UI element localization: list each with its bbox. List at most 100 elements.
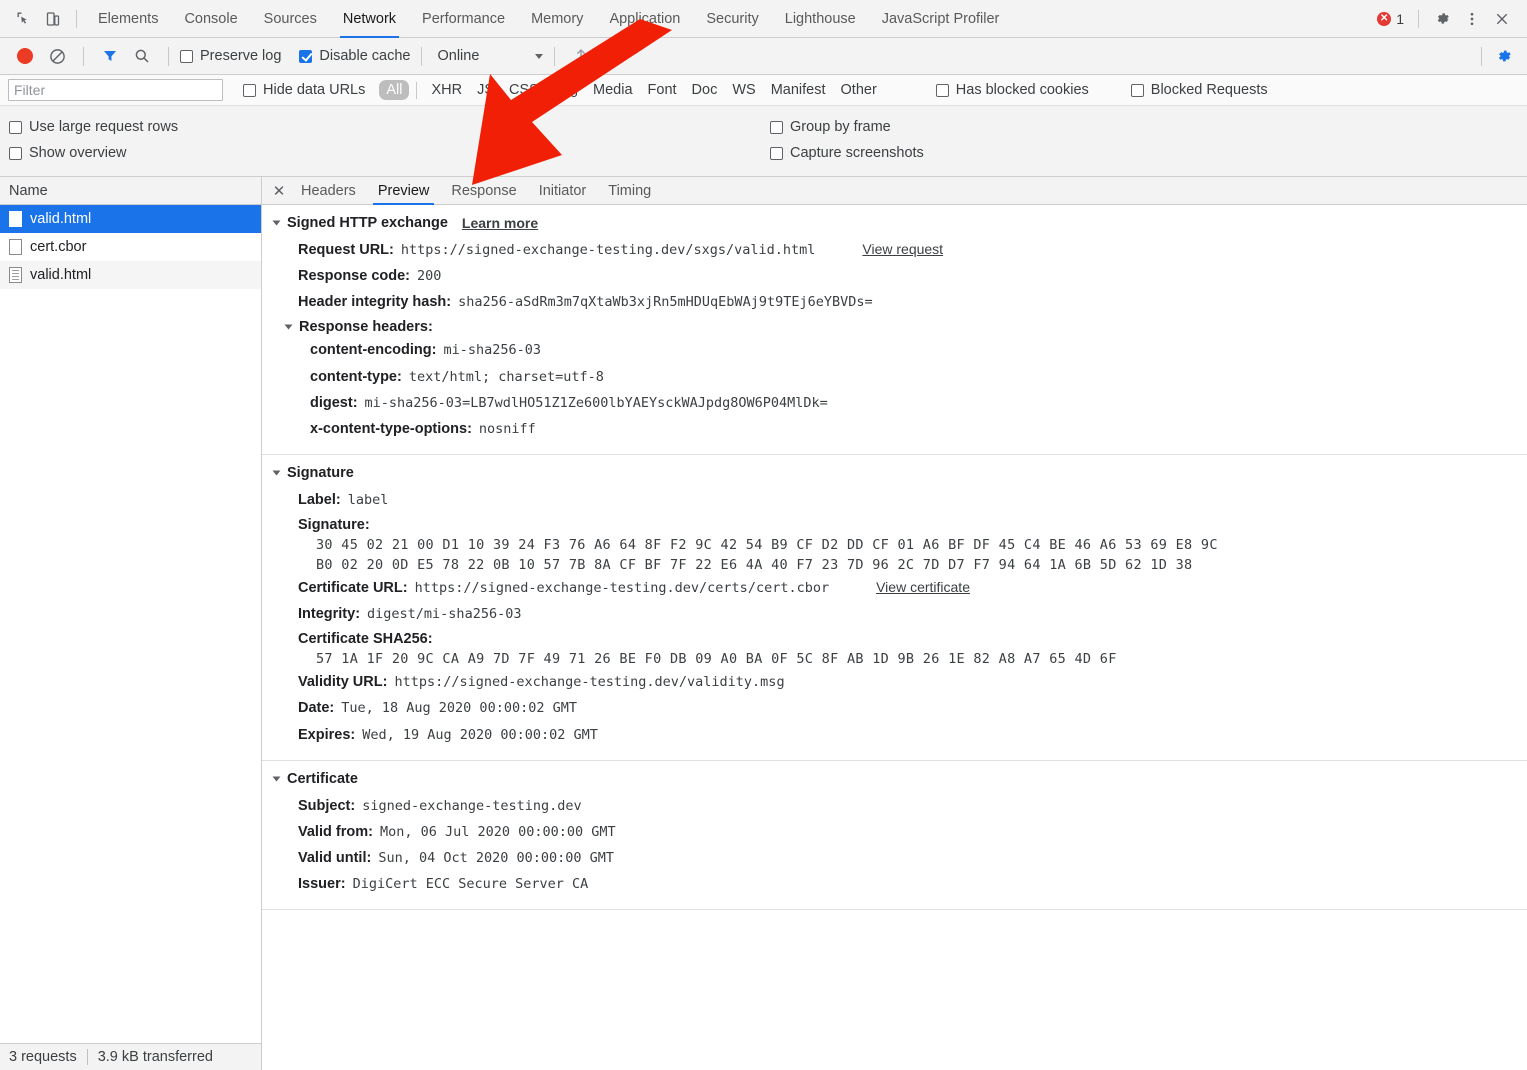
field-value: https://signed-exchange-testing.dev/cert… <box>415 580 830 597</box>
network-settings-gear-icon[interactable] <box>1491 43 1517 69</box>
has-blocked-cookies-checkbox[interactable]: Has blocked cookies <box>936 82 1089 98</box>
tab-initiator[interactable]: Initiator <box>528 177 598 205</box>
filter-type-manifest[interactable]: Manifest <box>764 80 833 100</box>
tab-label: Application <box>609 11 680 27</box>
settings-col-left: Show overview <box>0 145 770 161</box>
hide-data-urls-checkbox[interactable]: Hide data URLs <box>243 82 365 98</box>
requests-sidebar: Name valid.html cert.cbor valid.html 3 r… <box>0 177 262 1070</box>
inspect-element-icon[interactable] <box>8 4 38 34</box>
tab-performance[interactable]: Performance <box>409 0 518 38</box>
tab-timing[interactable]: Timing <box>597 177 662 205</box>
close-detail-icon[interactable]: ✕ <box>268 178 290 204</box>
tab-headers[interactable]: Headers <box>290 177 367 205</box>
tab-javascript-profiler[interactable]: JavaScript Profiler <box>869 0 1013 38</box>
blocked-requests-checkbox[interactable]: Blocked Requests <box>1131 82 1268 98</box>
filter-type-doc[interactable]: Doc <box>685 80 725 100</box>
section-title-row[interactable]: Signature <box>274 463 1527 487</box>
filter-type-other[interactable]: Other <box>834 80 884 100</box>
chevron-down-icon[interactable] <box>273 776 281 781</box>
record-button[interactable] <box>10 41 40 71</box>
field-value: label <box>348 492 389 509</box>
tab-label: Memory <box>531 11 583 27</box>
filter-type-media[interactable]: Media <box>586 80 640 100</box>
resource-type-filters: All XHR JS CSS Img Media Font Doc WS Man… <box>379 80 883 100</box>
filter-type-xhr[interactable]: XHR <box>424 80 469 100</box>
header-name: x-content-type-options: <box>310 420 472 438</box>
more-vertical-icon[interactable] <box>1457 4 1487 34</box>
header-name: content-encoding: <box>310 341 436 359</box>
export-har-icon[interactable] <box>598 41 628 71</box>
tab-security[interactable]: Security <box>693 0 771 38</box>
filter-input[interactable] <box>8 79 223 101</box>
disable-cache-checkbox[interactable]: Disable cache <box>299 48 410 64</box>
field-value: Mon, 06 Jul 2020 00:00:00 GMT <box>380 824 616 841</box>
preserve-log-checkbox[interactable]: Preserve log <box>180 48 281 64</box>
filter-type-css[interactable]: CSS <box>502 80 546 100</box>
gear-icon[interactable] <box>1427 4 1457 34</box>
clear-log-button[interactable] <box>42 41 72 71</box>
close-icon[interactable] <box>1487 4 1517 34</box>
response-headers-title-row[interactable]: Response headers: <box>274 315 1527 337</box>
list-item[interactable]: cert.cbor <box>0 233 261 261</box>
filter-type-js[interactable]: JS <box>470 80 501 100</box>
field-value: digest/mi-sha256-03 <box>367 606 521 623</box>
use-large-request-rows-checkbox[interactable]: Use large request rows <box>9 119 770 135</box>
tab-application[interactable]: Application <box>596 0 693 38</box>
filter-icon[interactable] <box>95 41 125 71</box>
checkbox-box <box>299 50 312 63</box>
section-title-row[interactable]: Signed HTTP exchange Learn more <box>274 213 1527 237</box>
list-item[interactable]: valid.html <box>0 261 261 289</box>
section-title: Signature <box>287 465 354 481</box>
error-count-badge[interactable]: ✕ 1 <box>1377 11 1404 27</box>
issuer-row: Issuer: DigiCert ECC Secure Server CA <box>274 871 1527 897</box>
field-label: Request URL: <box>298 241 394 259</box>
filter-type-ws[interactable]: WS <box>725 80 762 100</box>
view-request-link[interactable]: View request <box>862 241 943 259</box>
search-icon[interactable] <box>127 41 157 71</box>
chevron-down-icon[interactable] <box>285 325 293 330</box>
learn-more-link[interactable]: Learn more <box>462 215 538 231</box>
field-value: DigiCert ECC Secure Server CA <box>353 876 589 893</box>
device-toolbar-icon[interactable] <box>38 4 68 34</box>
filter-type-all[interactable]: All <box>379 80 409 100</box>
tab-label: Response <box>451 183 516 199</box>
filter-type-font[interactable]: Font <box>641 80 684 100</box>
field-value: sha256-aSdRm3m7qXtaWb3xjRn5mHDUqEbWAj9t9… <box>458 294 873 311</box>
tab-lighthouse[interactable]: Lighthouse <box>772 0 869 38</box>
view-certificate-link[interactable]: View certificate <box>876 579 970 597</box>
tab-label: JavaScript Profiler <box>882 11 1000 27</box>
import-har-icon[interactable] <box>566 41 596 71</box>
tab-console[interactable]: Console <box>171 0 250 38</box>
tab-memory[interactable]: Memory <box>518 0 596 38</box>
capture-screenshots-checkbox[interactable]: Capture screenshots <box>770 145 924 161</box>
header-integrity-row: Header integrity hash: sha256-aSdRm3m7qX… <box>274 289 1527 315</box>
show-overview-checkbox[interactable]: Show overview <box>9 145 770 161</box>
network-panel-body: Name valid.html cert.cbor valid.html 3 r… <box>0 177 1527 1070</box>
chevron-down-icon[interactable] <box>273 470 281 475</box>
checkbox-label: Preserve log <box>200 48 281 64</box>
checkbox-label: Show overview <box>29 145 127 161</box>
settings-col-right: Group by frame <box>770 119 891 135</box>
tab-response[interactable]: Response <box>440 177 527 205</box>
list-item[interactable]: valid.html <box>0 205 261 233</box>
tab-label: Preview <box>378 183 430 199</box>
field-label: Integrity: <box>298 605 360 623</box>
filter-type-img[interactable]: Img <box>547 80 585 100</box>
tab-preview[interactable]: Preview <box>367 177 441 205</box>
list-item-label: valid.html <box>30 211 91 227</box>
devtools-panel-tabbar: Elements Console Sources Network Perform… <box>0 0 1527 38</box>
tab-network[interactable]: Network <box>330 0 409 38</box>
tab-sources[interactable]: Sources <box>251 0 330 38</box>
requests-list[interactable]: valid.html cert.cbor valid.html <box>0 205 261 1043</box>
section-title-row[interactable]: Certificate <box>274 769 1527 793</box>
group-by-frame-checkbox[interactable]: Group by frame <box>770 119 891 135</box>
throttling-value: Online <box>437 48 479 64</box>
throttling-select[interactable]: Online <box>437 48 543 64</box>
tab-elements[interactable]: Elements <box>85 0 171 38</box>
section-title: Certificate <box>287 771 358 787</box>
transferred-size: 3.9 kB transferred <box>98 1049 213 1065</box>
settings-row-1: Use large request rows Group by frame <box>0 114 1527 140</box>
requests-column-header[interactable]: Name <box>0 177 261 205</box>
request-count: 3 requests <box>9 1049 77 1065</box>
chevron-down-icon[interactable] <box>273 221 281 226</box>
